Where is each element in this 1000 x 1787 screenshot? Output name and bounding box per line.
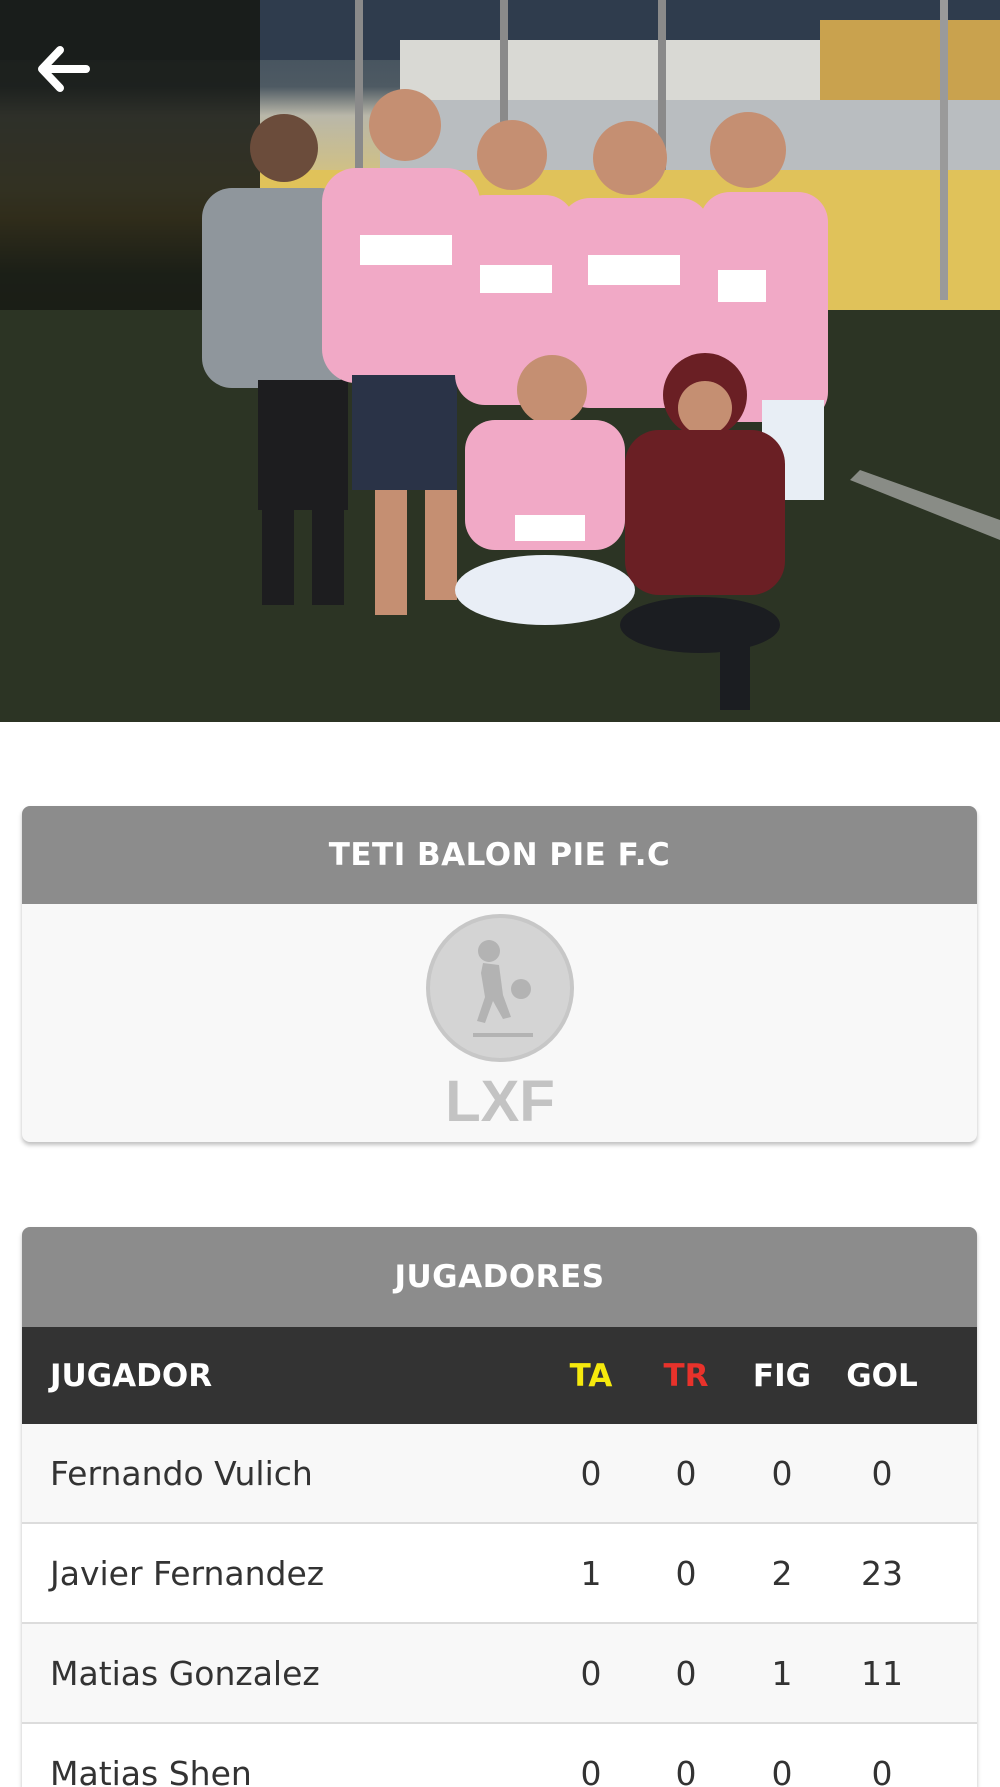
yellow-cards-value: 0 — [542, 1654, 640, 1693]
red-cards-value: 0 — [640, 1554, 732, 1593]
fig-value: 0 — [732, 1454, 832, 1493]
red-cards-value: 0 — [640, 1754, 732, 1787]
player-name: Matias Shen — [22, 1754, 542, 1787]
column-yellow-cards[interactable]: TA — [542, 1358, 640, 1394]
fig-value: 0 — [732, 1754, 832, 1787]
table-row[interactable]: Fernando Vulich 0 0 0 0 — [22, 1424, 977, 1524]
logo-text: LXF — [445, 1069, 555, 1133]
goals-value: 11 — [832, 1654, 932, 1693]
fig-value: 2 — [732, 1554, 832, 1593]
players-title: JUGADORES — [22, 1227, 977, 1327]
player-name: Fernando Vulich — [22, 1454, 542, 1493]
column-fig[interactable]: FIG — [732, 1358, 832, 1394]
column-goals[interactable]: GOL — [832, 1358, 932, 1394]
column-player[interactable]: JUGADOR — [22, 1358, 542, 1394]
arrow-left-icon — [36, 46, 90, 92]
player-name: Matias Gonzalez — [22, 1654, 542, 1693]
yellow-cards-value: 1 — [542, 1554, 640, 1593]
back-button[interactable] — [36, 46, 100, 110]
column-red-cards[interactable]: TR — [640, 1358, 732, 1394]
team-name: TETI BALON PIE F.C — [22, 806, 977, 904]
red-cards-value: 0 — [640, 1654, 732, 1693]
goals-value: 0 — [832, 1754, 932, 1787]
player-name: Javier Fernandez — [22, 1554, 542, 1593]
table-row[interactable]: Javier Fernandez 1 0 2 23 — [22, 1524, 977, 1624]
yellow-cards-value: 0 — [542, 1454, 640, 1493]
table-header: JUGADOR TA TR FIG GOL — [22, 1327, 977, 1424]
red-cards-value: 0 — [640, 1454, 732, 1493]
goals-value: 23 — [832, 1554, 932, 1593]
league-logo-icon: LXF — [415, 913, 585, 1133]
team-logo: LXF — [22, 904, 977, 1142]
fig-value: 1 — [732, 1654, 832, 1693]
players-card: JUGADORES JUGADOR TA TR FIG GOL Fernando… — [22, 1227, 977, 1787]
team-photo-illustration — [0, 0, 1000, 722]
goals-value: 0 — [832, 1454, 932, 1493]
table-row[interactable]: Matias Gonzalez 0 0 1 11 — [22, 1624, 977, 1724]
team-card: TETI BALON PIE F.C LXF — [22, 806, 977, 1142]
yellow-cards-value: 0 — [542, 1754, 640, 1787]
team-photo — [0, 0, 1000, 722]
